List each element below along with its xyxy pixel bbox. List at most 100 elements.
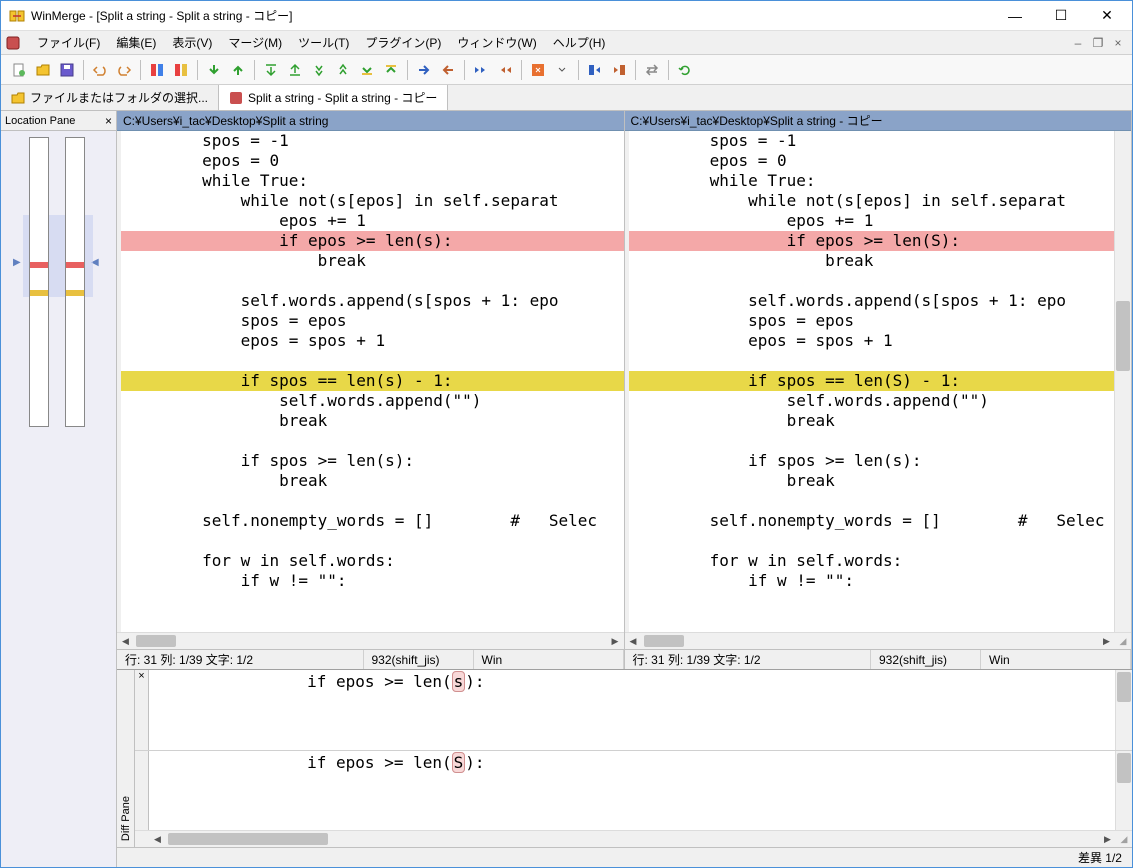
menu-edit[interactable]: 編集(E) xyxy=(108,32,164,54)
left-pane: C:¥Users¥i_tac¥Desktop¥Split a string sp… xyxy=(117,111,625,669)
location-bar-left[interactable] xyxy=(29,137,49,427)
right-pos: 行: 31 列: 1/39 文字: 1/2 xyxy=(625,650,872,669)
left-hscroll[interactable]: ◀ ▶ xyxy=(117,632,624,649)
status-bar: 差異 1/2 xyxy=(117,847,1132,867)
prev-diff-icon[interactable] xyxy=(227,59,249,81)
resize-grip-icon[interactable]: ◢ xyxy=(1116,831,1132,847)
save-icon[interactable] xyxy=(56,59,78,81)
refresh-icon[interactable] xyxy=(674,59,696,81)
menu-file[interactable]: ファイル(F) xyxy=(29,32,108,54)
scroll-left-icon[interactable]: ◀ xyxy=(149,831,166,847)
app-icon xyxy=(9,8,25,24)
menu-tools[interactable]: ツール(T) xyxy=(290,32,357,54)
all-right-icon[interactable] xyxy=(584,59,606,81)
tab-select-files[interactable]: ファイルまたはフォルダの選択... xyxy=(1,85,219,110)
scroll-right-icon[interactable]: ▶ xyxy=(1099,831,1116,847)
location-bar-right[interactable] xyxy=(65,137,85,427)
resize-grip-icon[interactable]: ◢ xyxy=(1115,633,1131,649)
diff-icon-1[interactable] xyxy=(146,59,168,81)
copy-right-icon[interactable] xyxy=(413,59,435,81)
last-diff-icon[interactable] xyxy=(284,59,306,81)
left-pos: 行: 31 列: 1/39 文字: 1/2 xyxy=(117,650,364,669)
doc-icon xyxy=(5,35,21,51)
right-vscroll[interactable] xyxy=(1114,131,1131,632)
all-left-icon[interactable] xyxy=(608,59,630,81)
maximize-button[interactable]: ☐ xyxy=(1038,1,1084,31)
location-pane-header: Location Pane × xyxy=(1,111,116,131)
open-icon[interactable] xyxy=(32,59,54,81)
scroll-left-icon[interactable]: ◀ xyxy=(117,633,134,649)
redo-icon[interactable] xyxy=(113,59,135,81)
diff-bottom-line[interactable]: if epos >= len(S): xyxy=(149,751,1115,831)
diff-count: 差異 1/2 xyxy=(1078,849,1122,866)
menu-help[interactable]: ヘルプ(H) xyxy=(545,32,614,54)
options-icon[interactable] xyxy=(527,59,549,81)
diff-icon-2[interactable] xyxy=(170,59,192,81)
mdi-close[interactable]: × xyxy=(1108,36,1128,50)
copy-left-adv-icon[interactable] xyxy=(494,59,516,81)
menu-plugin[interactable]: プラグイン(P) xyxy=(357,32,449,54)
main-area: Location Pane × ▶ ◀ C:¥Users xyxy=(1,111,1132,867)
menubar: ファイル(F) 編集(E) 表示(V) マージ(M) ツール(T) プラグイン(… xyxy=(1,31,1132,55)
diff-vscroll[interactable] xyxy=(1115,751,1132,831)
menu-merge[interactable]: マージ(M) xyxy=(220,32,290,54)
right-status: 行: 31 列: 1/39 文字: 1/2 932(shift_jis) Win xyxy=(625,649,1132,669)
left-path-header: C:¥Users¥i_tac¥Desktop¥Split a string xyxy=(117,111,624,131)
right-eol: Win xyxy=(981,650,1131,669)
diff-marker xyxy=(66,290,84,296)
diff-pane: Diff Pane × if epos >= len(s): if epos >… xyxy=(117,669,1132,847)
hscroll-thumb[interactable] xyxy=(644,635,684,647)
panes: C:¥Users¥i_tac¥Desktop¥Split a string sp… xyxy=(117,111,1132,669)
copy-left-icon[interactable] xyxy=(437,59,459,81)
tab-compare[interactable]: Split a string - Split a string - コピー xyxy=(219,85,448,110)
folder-icon xyxy=(11,91,25,105)
swap-icon[interactable] xyxy=(641,59,663,81)
toolbar xyxy=(1,55,1132,85)
undo-icon[interactable] xyxy=(89,59,111,81)
window-title: WinMerge - [Split a string - Split a str… xyxy=(31,7,292,24)
diff-pane-close[interactable]: × xyxy=(135,670,149,750)
location-pane-close[interactable]: × xyxy=(105,114,112,128)
left-code-view[interactable]: spos = -1 epos = 0 while True: while not… xyxy=(121,131,624,632)
goto-diff-icon[interactable] xyxy=(380,59,402,81)
titlebar[interactable]: WinMerge - [Split a string - Split a str… xyxy=(1,1,1132,31)
hscroll-thumb[interactable] xyxy=(168,833,328,845)
minimize-button[interactable]: — xyxy=(992,1,1038,31)
diff-hscroll[interactable]: ◀ ▶ ◢ xyxy=(135,830,1132,847)
tabbar: ファイルまたはフォルダの選択... Split a string - Split… xyxy=(1,85,1132,111)
scroll-left-icon[interactable]: ◀ xyxy=(625,633,642,649)
copy-right-adv-icon[interactable] xyxy=(470,59,492,81)
left-status: 行: 31 列: 1/39 文字: 1/2 932(shift_jis) Win xyxy=(117,649,624,669)
current-diff-icon[interactable] xyxy=(356,59,378,81)
close-button[interactable]: ✕ xyxy=(1084,1,1130,31)
vscroll-thumb[interactable] xyxy=(1116,301,1130,371)
right-enc: 932(shift_jis) xyxy=(871,650,981,669)
dropdown-icon[interactable] xyxy=(551,59,573,81)
diff-marker xyxy=(30,262,48,268)
diff-marker xyxy=(30,290,48,296)
tab-label: ファイルまたはフォルダの選択... xyxy=(30,89,208,106)
next-diff-icon[interactable] xyxy=(203,59,225,81)
scroll-right-icon[interactable]: ▶ xyxy=(1098,633,1115,649)
next-diff-down-icon[interactable] xyxy=(308,59,330,81)
menu-view[interactable]: 表示(V) xyxy=(164,32,220,54)
mdi-minimize[interactable]: – xyxy=(1068,36,1088,50)
prev-diff-up-icon[interactable] xyxy=(332,59,354,81)
scroll-right-icon[interactable]: ▶ xyxy=(607,633,624,649)
right-code-view[interactable]: spos = -1 epos = 0 while True: while not… xyxy=(629,131,1115,632)
hscroll-thumb[interactable] xyxy=(136,635,176,647)
menu-window[interactable]: ウィンドウ(W) xyxy=(449,32,544,54)
location-pane-body[interactable]: ▶ ◀ xyxy=(1,131,116,867)
compare-icon xyxy=(229,91,243,105)
mdi-controls: – ❐ × xyxy=(1068,36,1128,50)
compare-area: C:¥Users¥i_tac¥Desktop¥Split a string sp… xyxy=(117,111,1132,867)
diff-top-line[interactable]: if epos >= len(s): xyxy=(149,670,1115,750)
mdi-restore[interactable]: ❐ xyxy=(1088,36,1108,50)
first-diff-icon[interactable] xyxy=(260,59,282,81)
diff-vscroll[interactable] xyxy=(1115,670,1132,750)
left-marker-icon: ▶ xyxy=(13,257,21,268)
tab-label: Split a string - Split a string - コピー xyxy=(248,89,437,106)
new-icon[interactable] xyxy=(8,59,30,81)
location-pane-title: Location Pane xyxy=(5,115,75,127)
right-hscroll[interactable]: ◀ ▶ ◢ xyxy=(625,632,1132,649)
